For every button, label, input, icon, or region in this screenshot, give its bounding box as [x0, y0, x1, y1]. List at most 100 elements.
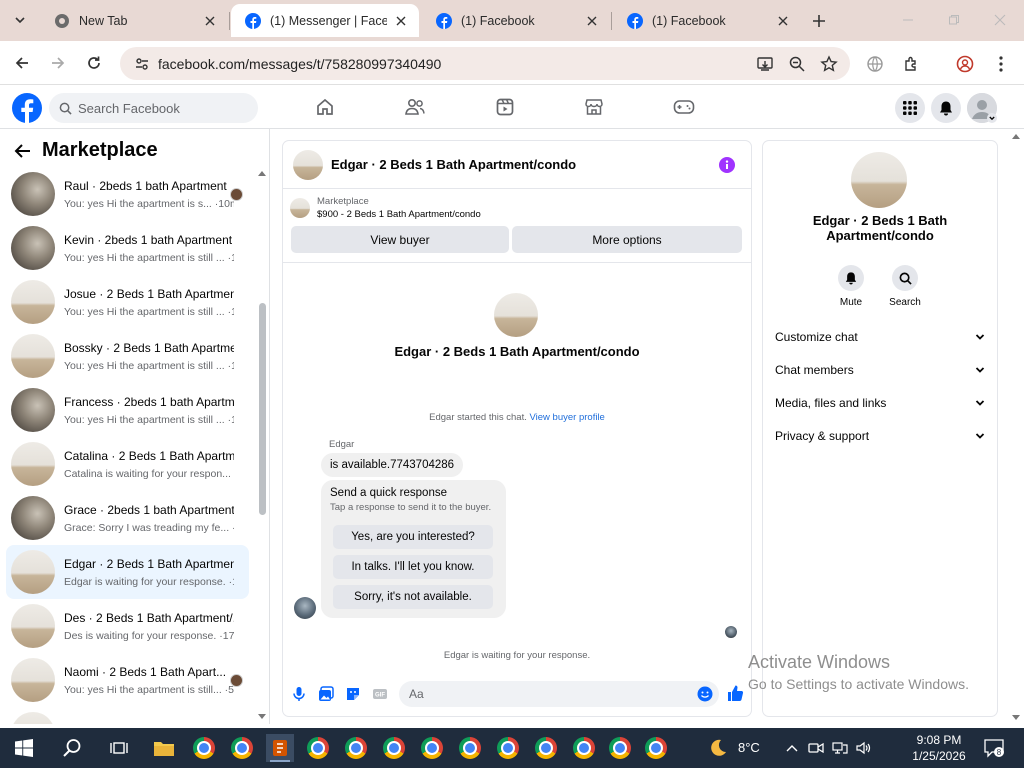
back-button[interactable] — [10, 51, 34, 75]
media-files-links-row[interactable]: Media, files and links — [775, 393, 985, 413]
scroll-down-arrow-icon[interactable] — [257, 713, 267, 721]
facebook-search-input[interactable]: Search Facebook — [49, 93, 258, 123]
listing-summary[interactable]: Marketplace $900 - 2 Beds 1 Bath Apartme… — [290, 195, 481, 221]
close-tab-icon[interactable] — [584, 13, 600, 29]
new-tab-button[interactable] — [808, 10, 830, 32]
chrome-taskbar-icon[interactable] — [456, 734, 484, 762]
friends-icon[interactable] — [404, 96, 426, 118]
message-input[interactable]: Aa — [399, 681, 719, 707]
search-button[interactable] — [58, 734, 86, 762]
search-in-chat-button[interactable]: Search — [880, 265, 930, 308]
like-thumb-icon[interactable] — [726, 684, 744, 702]
chrome-taskbar-icon[interactable] — [494, 734, 522, 762]
active-app-taskbar-icon[interactable] — [266, 734, 294, 762]
menu-dots-icon[interactable] — [990, 53, 1012, 75]
conversation-item[interactable]: Bossky · 2 Beds 1 Bath Apartme... You: ye… — [6, 329, 249, 383]
microphone-icon[interactable] — [291, 686, 307, 702]
close-window-button[interactable] — [978, 6, 1022, 34]
account-avatar[interactable] — [967, 93, 997, 123]
conversation-item[interactable]: Kevin · 2beds 1 bath Apartment You: yes H… — [6, 221, 249, 275]
tab-facebook-2[interactable]: (1) Facebook — [613, 4, 801, 37]
extensions-icon[interactable] — [901, 53, 923, 75]
scrollbar-thumb[interactable] — [259, 303, 266, 515]
close-tab-icon[interactable] — [393, 13, 409, 29]
chat-members-row[interactable]: Chat members — [775, 360, 985, 380]
close-tab-icon[interactable] — [202, 13, 218, 29]
minimize-button[interactable] — [886, 6, 930, 34]
start-button[interactable] — [10, 734, 38, 762]
video-icon[interactable] — [494, 96, 516, 118]
bookmark-star-icon[interactable] — [818, 53, 840, 75]
chrome-taskbar-icon[interactable] — [342, 734, 370, 762]
conversation-item[interactable]: Raul · 2beds 1 bath Apartment You: yes Hi… — [6, 167, 249, 221]
mute-button[interactable]: Mute — [826, 265, 876, 308]
conversation-item[interactable]: Grace · 2beds 1 bath Apartment Grace: Sor… — [6, 491, 249, 545]
address-bar[interactable]: facebook.com/messages/t/758280997340490 — [120, 47, 850, 80]
view-buyer-button[interactable]: View buyer — [291, 226, 509, 253]
tab-new-tab[interactable]: New Tab — [40, 4, 228, 37]
view-buyer-profile-link[interactable]: View buyer profile — [530, 412, 605, 423]
scroll-up-arrow-icon[interactable] — [1011, 132, 1021, 140]
gaming-icon[interactable] — [673, 96, 695, 118]
chrome-taskbar-icon[interactable] — [418, 734, 446, 762]
conversation-item[interactable]: Edgar · 2 Beds 1 Bath Apartmen... Edgar i… — [6, 545, 249, 599]
buyer-avatar[interactable] — [494, 293, 538, 337]
emoji-icon[interactable] — [697, 686, 713, 702]
install-app-icon[interactable] — [754, 53, 776, 75]
customize-chat-row[interactable]: Customize chat — [775, 327, 985, 347]
zoom-icon[interactable] — [786, 53, 808, 75]
chat-header[interactable]: Edgar · 2 Beds 1 Bath Apartment/condo — [283, 141, 751, 189]
clock[interactable]: 9:08 PM 1/25/2026 — [904, 732, 974, 764]
more-options-button[interactable]: More options — [512, 226, 742, 253]
conversation-item[interactable]: Des · 2 Beds 1 Bath Apartment/... Des is … — [6, 599, 249, 653]
chrome-taskbar-icon[interactable] — [228, 734, 256, 762]
conversation-item[interactable]: Ruth · 2 Beds 1 Bath Apartme... — [6, 707, 249, 724]
chrome-taskbar-icon[interactable] — [532, 734, 560, 762]
file-explorer-button[interactable] — [150, 734, 178, 762]
back-arrow-icon[interactable] — [14, 143, 32, 159]
info-icon[interactable] — [719, 157, 735, 173]
weather-moon-icon[interactable] — [704, 734, 732, 762]
tab-search-button[interactable] — [8, 8, 32, 32]
photo-icon[interactable] — [318, 686, 334, 702]
chrome-taskbar-icon[interactable] — [606, 734, 634, 762]
sticker-icon[interactable] — [345, 686, 361, 702]
chrome-taskbar-icon[interactable] — [570, 734, 598, 762]
quick-response-not-available[interactable]: Sorry, it's not available. — [333, 585, 493, 609]
quick-response-in-talks[interactable]: In talks. I'll let you know. — [333, 555, 493, 579]
marketplace-icon[interactable] — [583, 96, 605, 118]
reload-button[interactable] — [82, 51, 106, 75]
scroll-down-arrow-icon[interactable] — [1011, 714, 1021, 722]
facebook-icon — [436, 12, 452, 29]
info-avatar[interactable] — [851, 152, 907, 208]
site-info-icon[interactable] — [130, 52, 154, 76]
tab-messenger[interactable]: (1) Messenger | Facebook — [231, 4, 419, 37]
task-view-button[interactable] — [105, 734, 133, 762]
list-scrollbar[interactable] — [258, 169, 266, 724]
quick-response-interested[interactable]: Yes, are you interested? — [333, 525, 493, 549]
close-tab-icon[interactable] — [775, 13, 791, 29]
chrome-taskbar-icon[interactable] — [304, 734, 332, 762]
conversation-item[interactable]: Catalina · 2 Beds 1 Bath Apartm... Catali… — [6, 437, 249, 491]
home-icon[interactable] — [314, 96, 336, 118]
restore-button[interactable] — [932, 6, 976, 34]
profile-icon[interactable] — [954, 53, 976, 75]
menu-grid-button[interactable] — [895, 93, 925, 123]
translate-icon[interactable] — [864, 53, 886, 75]
gif-icon[interactable]: GIF — [372, 686, 388, 702]
chrome-taskbar-icon[interactable] — [190, 734, 218, 762]
conversation-item[interactable]: Josue · 2 Beds 1 Bath Apartmen... You: ye… — [6, 275, 249, 329]
conversation-item[interactable]: Naomi · 2 Beds 1 Bath Apart... You: yes H… — [6, 653, 249, 707]
scroll-up-arrow-icon[interactable] — [257, 169, 267, 177]
forward-button[interactable] — [46, 51, 70, 75]
notifications-button[interactable] — [931, 93, 961, 123]
conversation-item[interactable]: Francess · 2beds 1 bath Apartm... You: ye… — [6, 383, 249, 437]
privacy-support-row[interactable]: Privacy & support — [775, 426, 985, 446]
notification-center-button[interactable]: 8 — [980, 734, 1008, 762]
facebook-logo-icon[interactable] — [12, 93, 42, 123]
temperature[interactable]: 8°C — [738, 740, 760, 755]
chrome-taskbar-icon[interactable] — [642, 734, 670, 762]
chrome-taskbar-icon[interactable] — [380, 734, 408, 762]
volume-icon[interactable] — [850, 734, 878, 762]
tab-facebook-1[interactable]: (1) Facebook — [422, 4, 610, 37]
